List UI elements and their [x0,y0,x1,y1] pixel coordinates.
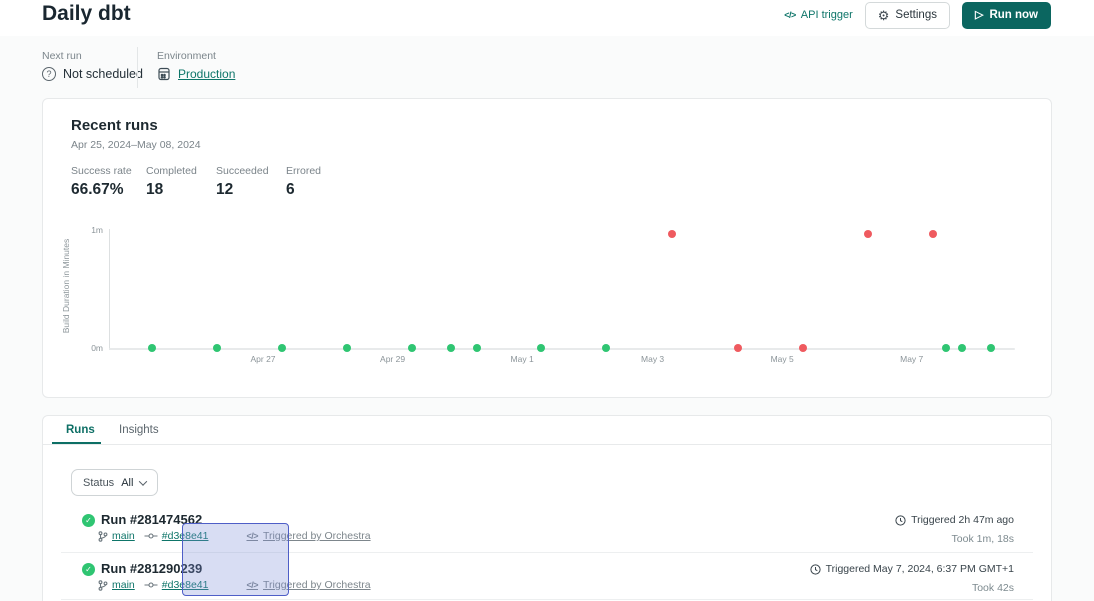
stat-errored: Errored 6 [286,165,321,199]
next-run-label: Next run [42,50,82,62]
branch-link[interactable]: main [98,579,135,591]
x-axis-tick-label: May 3 [641,354,664,364]
code-icon: </> [246,531,258,541]
chart-point-error[interactable] [668,230,676,238]
run-id-link[interactable]: Run #281474562 [101,512,202,527]
play-icon: ▷ [975,10,983,21]
chart-point-success[interactable] [213,344,221,352]
branch-link[interactable]: main [98,530,135,542]
chart-point-success[interactable] [958,344,966,352]
chart-point-success[interactable] [942,344,950,352]
row-divider [61,599,1033,600]
code-icon: </> [246,580,258,590]
run-duration: Took 1m, 18s [952,533,1014,545]
trigger-source-link[interactable]: </> Triggered by Orchestra [246,530,370,542]
chart-point-success[interactable] [987,344,995,352]
commit-link[interactable]: #d3e8e41 [144,530,209,542]
x-axis-tick-label: May 5 [771,354,794,364]
y-tick-0m: 0m [83,343,103,353]
chart-point-success[interactable] [473,344,481,352]
run-meta: main #d3e8e41 </> Triggered by Orchestra [98,579,371,591]
environment-link[interactable]: Production [178,67,235,81]
stat-succeeded: Succeeded 12 [216,165,269,199]
meta-divider [137,47,138,88]
run-now-button[interactable]: ▷ Run now [962,2,1051,29]
status-filter-label: Status [83,477,114,489]
status-filter-dropdown[interactable]: Status All [71,469,158,496]
tab-insights[interactable]: Insights [119,424,159,436]
run-now-label: Run now [989,9,1038,21]
tabs-bottom-border [43,444,1051,445]
runs-card: Runs Insights Status All ✓ Run #28147456… [42,415,1052,601]
recent-runs-date-range: Apr 25, 2024–May 08, 2024 [71,139,201,151]
next-run-value: ? Not scheduled [42,67,143,81]
chart-point-success[interactable] [602,344,610,352]
next-run-text: Not scheduled [63,67,143,81]
gear-icon: ⚙ [878,9,890,22]
question-circle-icon: ? [42,67,56,81]
settings-label: Settings [895,9,937,21]
chart-point-success[interactable] [447,344,455,352]
settings-button[interactable]: ⚙ Settings [865,2,950,29]
api-trigger-label: API trigger [801,9,853,21]
header-actions: </> API trigger ⚙ Settings ▷ Run now [784,1,1051,29]
stat-success-rate: Success rate 66.67% [71,165,132,199]
success-check-icon: ✓ [82,563,95,576]
x-axis-tick-label: Apr 29 [380,354,405,364]
git-branch-icon [98,531,108,542]
clock-icon [895,515,906,526]
run-duration: Took 42s [972,582,1014,594]
x-axis-tick-label: May 7 [900,354,923,364]
trigger-source-link[interactable]: </> Triggered by Orchestra [246,579,370,591]
chart-point-error[interactable] [929,230,937,238]
success-check-icon: ✓ [82,514,95,527]
x-axis-tick-label: Apr 27 [250,354,275,364]
run-triggered-time: Triggered May 7, 2024, 6:37 PM GMT+1 [810,563,1014,575]
y-tick-1m: 1m [83,225,103,235]
api-trigger-link[interactable]: </> API trigger [784,9,852,21]
page-title: Daily dbt [42,2,131,26]
chart-point-success[interactable] [343,344,351,352]
chart-point-success[interactable] [408,344,416,352]
x-axis-ticks: Apr 27 Apr 29 May 1 May 3 May 5 May 7 [109,354,1015,366]
chevron-down-icon [139,477,147,485]
status-filter-value: All [121,477,133,489]
database-icon [157,67,171,81]
code-icon: </> [784,10,796,20]
git-commit-icon [144,581,158,589]
chart-point-success[interactable] [278,344,286,352]
git-commit-icon [144,532,158,540]
recent-runs-card: Recent runs Apr 25, 2024–May 08, 2024 Su… [42,98,1052,398]
environment-value: Production [157,67,235,81]
clock-icon [810,564,821,575]
row-divider [61,552,1033,553]
tab-runs[interactable]: Runs [66,424,95,436]
commit-link[interactable]: #d3e8e41 [144,579,209,591]
chart-point-success[interactable] [537,344,545,352]
x-axis-tick-label: May 1 [511,354,534,364]
chart-point-error[interactable] [799,344,807,352]
stat-completed: Completed 18 [146,165,197,199]
chart-point-error[interactable] [734,344,742,352]
run-triggered-time: Triggered 2h 47m ago [895,514,1014,526]
git-branch-icon [98,580,108,591]
environment-label: Environment [157,50,216,62]
run-meta: main #d3e8e41 </> Triggered by Orchestra [98,530,371,542]
chart-point-error[interactable] [864,230,872,238]
y-axis-label: Build Duration in Minutes [61,226,71,346]
chart-point-success[interactable] [148,344,156,352]
build-duration-scatter-plot [109,229,1015,350]
recent-runs-title: Recent runs [71,117,158,134]
run-id-link[interactable]: Run #281290239 [101,561,202,576]
